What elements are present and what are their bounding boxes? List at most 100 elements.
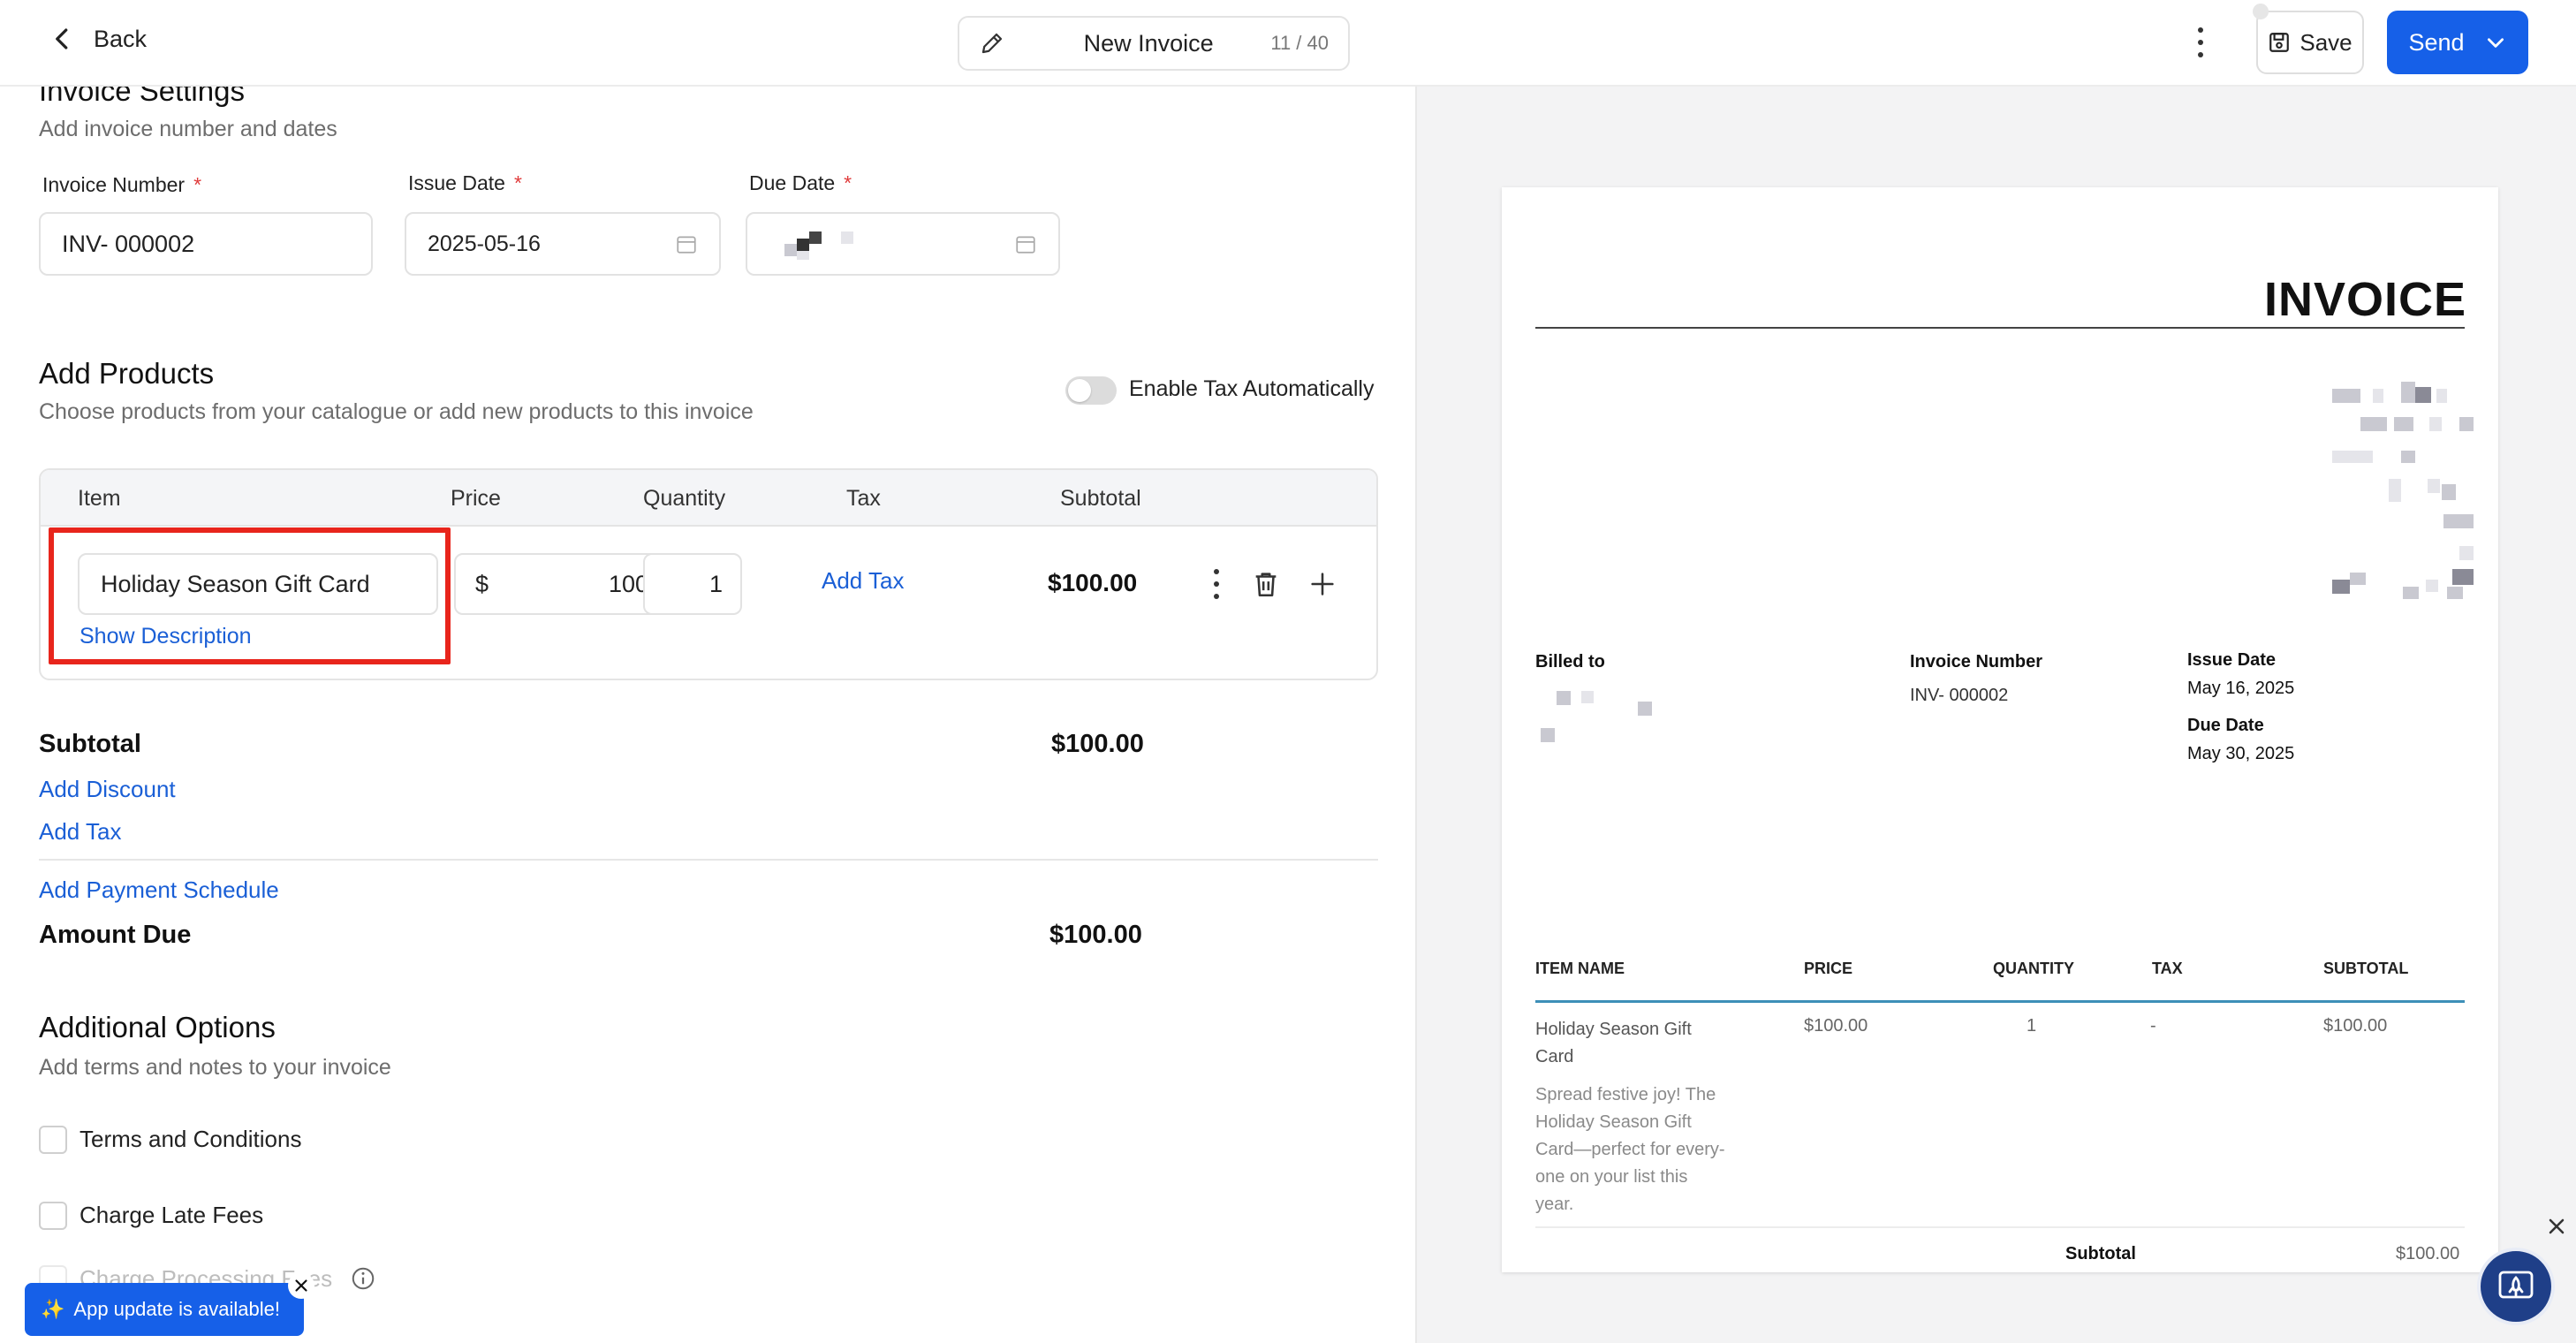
pencil-icon bbox=[981, 33, 1003, 54]
enable-tax-label: Enable Tax Automatically bbox=[1129, 376, 1375, 401]
preview-due-date-value: May 30, 2025 bbox=[2187, 744, 2295, 763]
price-input[interactable]: $ 100 bbox=[454, 553, 670, 615]
save-button[interactable]: Save bbox=[2256, 11, 2364, 74]
preview-title-rule bbox=[1535, 327, 2465, 329]
app-update-text: App update is available! bbox=[73, 1298, 281, 1320]
redacted-pixel bbox=[2415, 387, 2431, 403]
dot bbox=[2198, 27, 2203, 33]
back-label: Back bbox=[94, 25, 148, 52]
redacted-pixel bbox=[1638, 702, 1652, 716]
calendar-icon[interactable] bbox=[1014, 232, 1037, 255]
send-button[interactable]: Send bbox=[2387, 11, 2528, 74]
preview-col-item-name: ITEM NAME bbox=[1535, 960, 1625, 977]
redacted-pixel bbox=[2332, 389, 2360, 403]
redacted-pixel bbox=[2403, 587, 2419, 599]
preview-col-price: PRICE bbox=[1804, 960, 1853, 977]
issue-date-label-text: Issue Date bbox=[408, 171, 505, 194]
redacted-pixel bbox=[2459, 546, 2474, 560]
redacted-pixel bbox=[2443, 514, 2474, 528]
add-tax-link[interactable]: Add Tax bbox=[822, 567, 904, 595]
preview-subtotal-value: $100.00 bbox=[2396, 1244, 2460, 1263]
sparkle-icon: ✨ bbox=[41, 1298, 65, 1320]
preview-subtotal-rule bbox=[1535, 1226, 2465, 1228]
enable-tax-toggle[interactable] bbox=[1065, 376, 1117, 405]
preview-invoice-number-label: Invoice Number bbox=[1910, 652, 2043, 672]
redacted-pixel bbox=[2436, 389, 2447, 403]
invoice-number-input[interactable]: INV- 000002 bbox=[39, 212, 373, 276]
preview-item-name-line: Holiday Season Gift bbox=[1535, 1020, 1692, 1039]
redacted-pixel bbox=[2373, 389, 2383, 403]
preview-invoice-number-value: INV- 000002 bbox=[1910, 686, 2009, 705]
redacted-pixel bbox=[2332, 451, 2373, 463]
preview-col-tax: TAX bbox=[2152, 960, 2183, 977]
redacted-pixel bbox=[2401, 451, 2415, 463]
issue-date-input[interactable]: 2025-05-16 bbox=[405, 212, 721, 276]
assistant-launcher-button[interactable] bbox=[2477, 1248, 2555, 1325]
invoice-number-value: INV- 000002 bbox=[62, 230, 195, 257]
amount-due-value: $100.00 bbox=[1049, 921, 1142, 949]
add-tax-total-link[interactable]: Add Tax bbox=[39, 818, 121, 846]
dot bbox=[1214, 581, 1219, 587]
redacted-pixel bbox=[2394, 417, 2413, 431]
add-payment-schedule-link[interactable]: Add Payment Schedule bbox=[39, 876, 279, 904]
preview-table-rule bbox=[1535, 1000, 2465, 1003]
back-button[interactable]: Back bbox=[49, 19, 147, 58]
more-options-button[interactable] bbox=[2187, 25, 2214, 60]
terms-label: Terms and Conditions bbox=[80, 1126, 302, 1152]
add-products-title: Add Products bbox=[39, 357, 215, 390]
preview-desc-line: year. bbox=[1535, 1195, 1574, 1214]
row-subtotal: $100.00 bbox=[1048, 569, 1138, 596]
row-more-options-button[interactable] bbox=[1205, 569, 1228, 599]
redacted-pixel bbox=[797, 251, 809, 260]
subtotal-value: $100.00 bbox=[1051, 730, 1144, 758]
preview-desc-line: Holiday Season Gift bbox=[1535, 1112, 1692, 1132]
column-header-tax: Tax bbox=[846, 486, 881, 511]
plus-icon[interactable] bbox=[1307, 569, 1337, 599]
close-icon[interactable] bbox=[2544, 1214, 2569, 1239]
invoice-number-label: Invoice Number * bbox=[42, 173, 201, 197]
preview-col-quantity: QUANTITY bbox=[1993, 960, 2074, 977]
amount-due-label: Amount Due bbox=[39, 921, 192, 949]
column-header-item: Item bbox=[78, 486, 121, 511]
info-icon[interactable] bbox=[350, 1265, 376, 1292]
terms-checkbox[interactable] bbox=[39, 1126, 67, 1154]
invoice-settings-subtitle: Add invoice number and dates bbox=[39, 117, 337, 141]
late-fees-checkbox[interactable] bbox=[39, 1202, 67, 1230]
add-products-subtitle: Choose products from your catalogue or a… bbox=[39, 399, 754, 424]
due-date-label-text: Due Date bbox=[749, 171, 836, 194]
issue-date-value: 2025-05-16 bbox=[428, 231, 541, 256]
app-update-toast[interactable]: ✨ App update is available! bbox=[25, 1283, 304, 1336]
redacted-pixel bbox=[1557, 691, 1571, 705]
additional-options-title: Additional Options bbox=[39, 1011, 276, 1043]
column-header-subtotal: Subtotal bbox=[1060, 486, 1141, 511]
title-char-count: 11 / 40 bbox=[1270, 32, 1329, 54]
required-mark: * bbox=[193, 173, 202, 196]
quantity-input[interactable]: 1 bbox=[643, 553, 742, 615]
preview-title: INVOICE bbox=[2263, 273, 2466, 326]
due-date-input[interactable] bbox=[746, 212, 1060, 276]
redacted-pixel bbox=[2401, 382, 2415, 403]
subtotal-label: Subtotal bbox=[39, 730, 141, 758]
redacted-billed-to bbox=[1537, 691, 1652, 753]
add-discount-link[interactable]: Add Discount bbox=[39, 776, 176, 803]
redacted-pixel bbox=[809, 231, 822, 244]
additional-options-subtitle: Add terms and notes to your invoice bbox=[39, 1055, 391, 1080]
redacted-pixel bbox=[2360, 417, 2387, 431]
currency-symbol: $ bbox=[475, 570, 489, 597]
redacted-pixel bbox=[1581, 691, 1594, 703]
chevron-down-icon bbox=[2487, 38, 2504, 48]
toast-close-button[interactable] bbox=[288, 1272, 314, 1299]
redacted-pixel bbox=[2428, 479, 2440, 493]
invoice-title-field[interactable]: New Invoice 11 / 40 bbox=[958, 16, 1350, 71]
preview-issue-date-label: Issue Date bbox=[2187, 650, 2277, 670]
calendar-icon[interactable] bbox=[675, 232, 698, 255]
preview-item-name: Holiday Season Gift Card bbox=[1535, 1016, 1692, 1071]
invoice-preview-document: INVOICE Billed to Invoice Number INV- 00… bbox=[1502, 187, 2498, 1272]
preview-item-description: Spread festive joy! The Holiday Season G… bbox=[1535, 1081, 1725, 1218]
redacted-pixel bbox=[2350, 573, 2366, 585]
chevron-left-icon bbox=[56, 28, 68, 49]
column-header-price: Price bbox=[451, 486, 501, 511]
preview-item-tax: - bbox=[2150, 1016, 2156, 1036]
redacted-pixel bbox=[2459, 417, 2474, 431]
trash-icon[interactable] bbox=[1251, 567, 1281, 601]
